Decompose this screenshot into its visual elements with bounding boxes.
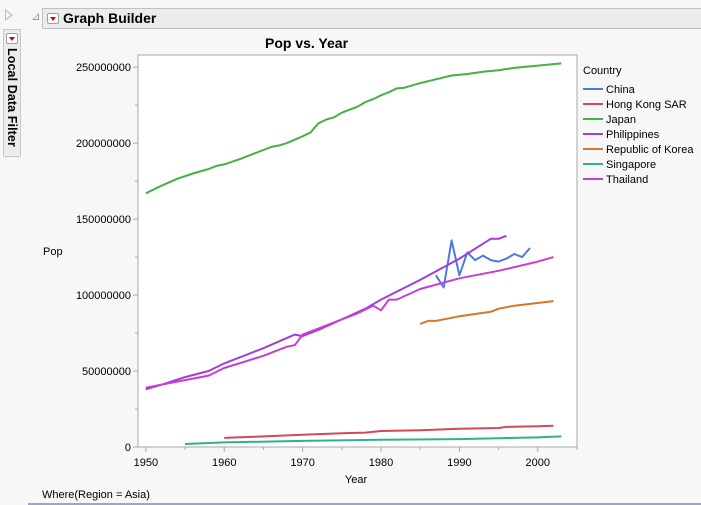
y-tick-label: 150000000	[76, 214, 131, 226]
legend-label: Singapore	[606, 159, 656, 171]
x-tick-label: 1990	[447, 457, 471, 469]
y-tick-label: 50000000	[82, 366, 131, 378]
x-tick-label: 1970	[290, 457, 314, 469]
legend-label: Thailand	[606, 174, 648, 186]
y-axis: 0 50000000 100000000 150000000 200000000 2500…	[76, 62, 138, 454]
legend-item: Singapore	[583, 159, 656, 171]
legend-label: Hong Kong SAR	[606, 99, 687, 111]
legend-label: Japan	[606, 114, 636, 126]
line-chart: 0 50000000 100000000 150000000 200000000 2500…	[43, 54, 694, 486]
legend-label: Republic of Korea	[606, 144, 694, 156]
x-axis: 1950 1960 1970 1980 1990 2000	[134, 447, 578, 469]
where-clause: Where(Region = Asia)	[42, 489, 150, 501]
legend-item: Republic of Korea	[583, 144, 694, 156]
legend-title: Country	[583, 65, 622, 77]
x-axis-label: Year	[345, 474, 368, 486]
x-tick-label: 1960	[212, 457, 236, 469]
y-tick-label: 250000000	[76, 62, 131, 74]
legend-label: China	[606, 84, 636, 96]
y-tick-label: 100000000	[76, 290, 131, 302]
legend-item: Philippines	[583, 129, 660, 141]
legend-item: China	[583, 84, 636, 96]
plot-area	[137, 54, 578, 448]
y-tick-label: 200000000	[76, 138, 131, 150]
legend: Country China Hong Kong SAR Japan Philippin…	[583, 65, 694, 186]
legend-item: Japan	[583, 114, 636, 126]
x-tick-label: 2000	[526, 457, 550, 469]
x-tick-label: 1980	[369, 457, 393, 469]
y-tick-label: 0	[125, 442, 131, 454]
legend-label: Philippines	[606, 129, 660, 141]
x-tick-label: 1950	[134, 457, 158, 469]
legend-item: Thailand	[583, 174, 648, 186]
legend-item: Hong Kong SAR	[583, 99, 687, 111]
y-axis-label: Pop	[43, 246, 63, 258]
